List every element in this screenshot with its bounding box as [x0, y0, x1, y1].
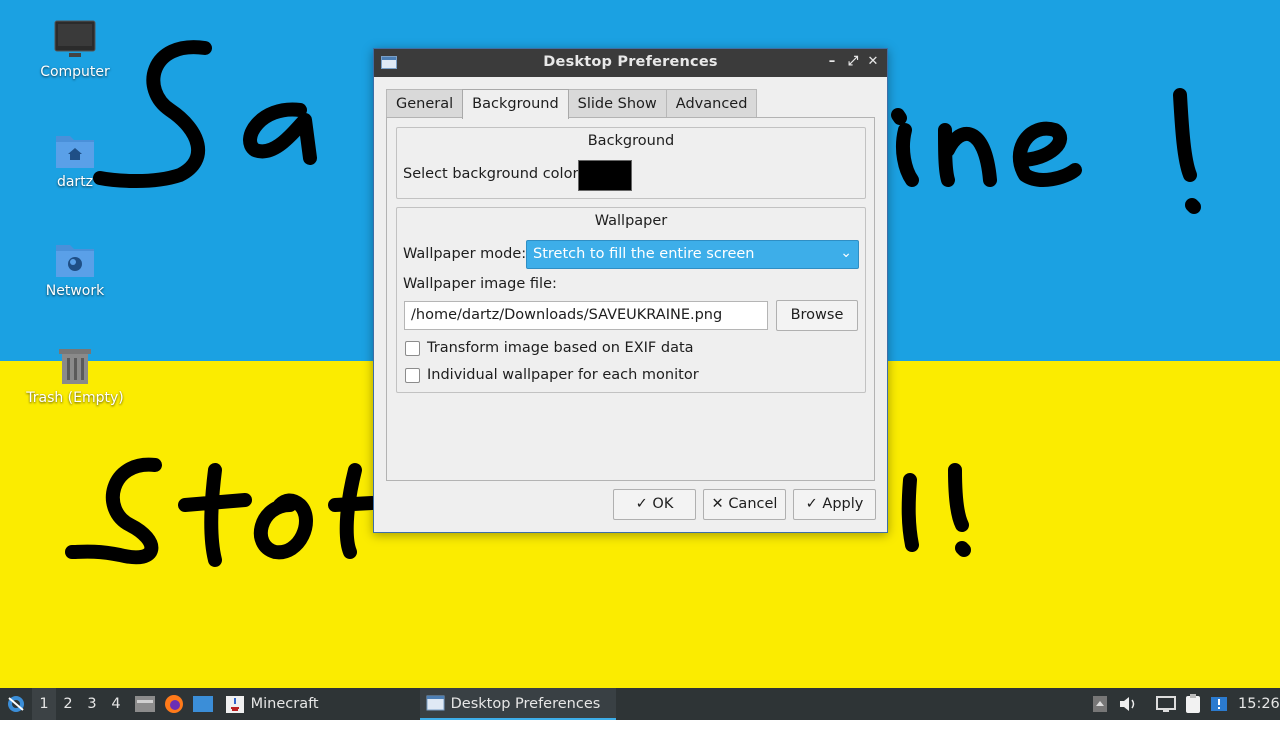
exif-label: Transform image based on EXIF data — [427, 340, 694, 356]
ok-label: OK — [652, 496, 674, 512]
desktop-icon-label: Network — [45, 283, 105, 299]
close-button[interactable]: ✕ — [864, 53, 882, 71]
wallpaper-file-value: /home/dartz/Downloads/SAVEUKRAINE.png — [411, 307, 723, 323]
updates-button[interactable] — [1209, 688, 1229, 720]
taskbar: 1 2 3 4 Minecraft Desktop Preferences 15… — [0, 688, 1280, 720]
cancel-icon: ✕ — [711, 496, 724, 512]
desktop-icon-label: Computer — [40, 64, 110, 80]
desktop-switch-2[interactable]: 2 — [56, 688, 80, 720]
apply-button[interactable]: ✓ Apply — [793, 489, 876, 520]
dialog-title: Desktop Preferences — [543, 54, 718, 70]
tray-arrow-icon — [1093, 696, 1107, 712]
file-manager-launcher[interactable] — [134, 688, 156, 720]
cancel-label: Cancel — [728, 496, 778, 512]
desktop-preferences-dialog: Desktop Preferences – ⤢ ✕ General Backgr… — [373, 48, 888, 533]
background-group-title: Background — [587, 133, 675, 149]
clock[interactable]: 15:26 — [1238, 688, 1280, 720]
tab-advanced[interactable]: Advanced — [665, 89, 758, 117]
wallpaper-mode-select[interactable]: Stretch to fill the entire screen ⌄ — [526, 240, 859, 269]
trash-icon — [54, 346, 96, 386]
home-folder-icon — [54, 130, 96, 170]
tab-bar: General Background Slide Show Advanced — [386, 89, 758, 119]
volume-button[interactable] — [1118, 688, 1138, 720]
desktop-switch-3[interactable]: 3 — [80, 688, 104, 720]
per-monitor-checkbox[interactable] — [405, 368, 420, 383]
wallpaper-group-title: Wallpaper — [594, 213, 668, 229]
dialog-titlebar[interactable]: Desktop Preferences – ⤢ ✕ — [374, 49, 887, 77]
wallpaper-group: Wallpaper Wallpaper mode: Stretch to fil… — [396, 207, 866, 393]
clipboard-icon — [1186, 694, 1200, 713]
check-icon: ✓ — [805, 496, 818, 512]
taskbar-window-label: Minecraft — [250, 696, 319, 712]
exif-checkbox[interactable] — [405, 341, 420, 356]
per-monitor-label: Individual wallpaper for each monitor — [427, 367, 699, 383]
browse-button[interactable]: Browse — [776, 300, 858, 331]
desktop-switch-1[interactable]: 1 — [32, 688, 56, 720]
wallpaper-file-input[interactable]: /home/dartz/Downloads/SAVEUKRAINE.png — [404, 301, 768, 330]
ok-button[interactable]: ✓ OK — [613, 489, 696, 520]
desktop-icon-home[interactable]: dartz — [25, 130, 125, 190]
tab-general[interactable]: General — [386, 89, 464, 117]
desktop-switch-4[interactable]: 4 — [104, 688, 128, 720]
wallpaper-mode-value: Stretch to fill the entire screen — [533, 246, 755, 262]
background-color-button[interactable] — [578, 160, 632, 191]
network-folder-icon — [54, 239, 96, 279]
chevron-down-icon: ⌄ — [840, 245, 852, 261]
firefox-launcher[interactable] — [163, 688, 185, 720]
desktop-icon-computer[interactable]: Computer — [25, 20, 125, 80]
desktop-icon-label: Trash (Empty) — [26, 390, 124, 406]
wallpaper-file-label: Wallpaper image file: — [403, 276, 557, 292]
desktop-icon-network[interactable]: Network — [25, 239, 125, 299]
background-tab-panel: Background Select background color: Wall… — [386, 117, 875, 481]
clipboard-button[interactable] — [1183, 688, 1203, 720]
check-icon: ✓ — [635, 496, 648, 512]
show-desktop-launcher[interactable] — [192, 688, 214, 720]
taskbar-window-desktop-preferences[interactable]: Desktop Preferences — [420, 688, 616, 720]
network-status-button[interactable] — [1155, 688, 1177, 720]
tray-expand-button[interactable] — [1091, 688, 1109, 720]
desktop-icon-trash[interactable]: Trash (Empty) — [25, 346, 125, 406]
taskbar-window-label: Desktop Preferences — [450, 696, 601, 712]
show-desktop-icon — [193, 696, 213, 712]
computer-icon — [54, 20, 96, 60]
network-icon — [1156, 696, 1176, 712]
background-color-label: Select background color: — [403, 166, 584, 182]
window-icon — [426, 695, 445, 711]
desktop-icon-label: dartz — [56, 174, 94, 190]
minimize-button[interactable]: – — [823, 53, 841, 71]
tab-background[interactable]: Background — [462, 89, 569, 119]
wallpaper-mode-label: Wallpaper mode: — [403, 246, 527, 262]
tab-slide-show[interactable]: Slide Show — [567, 89, 667, 117]
file-manager-icon — [135, 696, 155, 712]
cancel-button[interactable]: ✕ Cancel — [703, 489, 786, 520]
java-icon — [226, 696, 244, 713]
apply-label: Apply — [822, 496, 864, 512]
lxqt-menu-icon — [8, 696, 24, 712]
volume-icon — [1120, 697, 1135, 711]
maximize-button[interactable]: ⤢ — [844, 53, 862, 71]
updates-icon — [1211, 697, 1227, 711]
taskbar-window-minecraft[interactable]: Minecraft — [224, 688, 414, 720]
firefox-icon — [165, 695, 183, 713]
background-group: Background Select background color: — [396, 127, 866, 199]
main-menu-button[interactable] — [5, 688, 27, 720]
